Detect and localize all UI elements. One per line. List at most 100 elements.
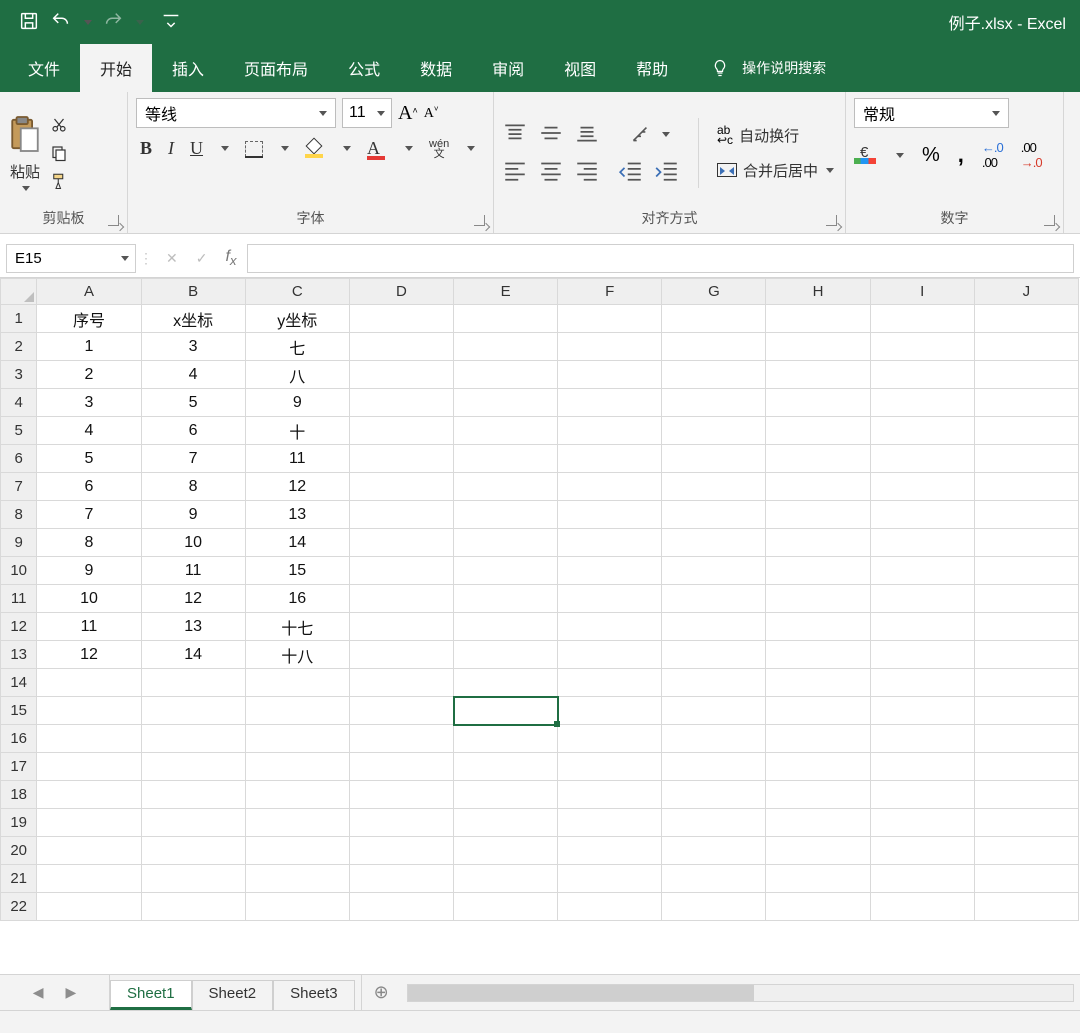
row-header[interactable]: 14 xyxy=(1,669,37,697)
column-header[interactable]: B xyxy=(141,279,245,305)
font-size-select[interactable]: 11 xyxy=(342,98,392,128)
cell[interactable] xyxy=(974,473,1078,501)
cell[interactable] xyxy=(558,893,662,921)
cell[interactable] xyxy=(870,389,974,417)
column-header[interactable]: D xyxy=(349,279,453,305)
clipboard-dialog-launcher-icon[interactable] xyxy=(108,215,122,229)
cell[interactable] xyxy=(141,837,245,865)
cell[interactable]: 10 xyxy=(37,585,141,613)
cell[interactable] xyxy=(662,529,766,557)
save-icon[interactable] xyxy=(18,10,40,35)
fill-color-icon[interactable] xyxy=(305,140,325,158)
cell[interactable] xyxy=(974,641,1078,669)
tab-page-layout[interactable]: 页面布局 xyxy=(224,44,328,92)
cell[interactable] xyxy=(454,557,558,585)
cell[interactable] xyxy=(766,305,870,333)
row-header[interactable]: 10 xyxy=(1,557,37,585)
cell[interactable] xyxy=(662,753,766,781)
cell[interactable]: 七 xyxy=(245,333,349,361)
accounting-dropdown-icon[interactable] xyxy=(896,153,904,158)
row-header[interactable]: 7 xyxy=(1,473,37,501)
cell[interactable]: 7 xyxy=(37,501,141,529)
qat-customize-icon[interactable] xyxy=(160,10,182,35)
cell[interactable] xyxy=(141,781,245,809)
cell[interactable] xyxy=(558,557,662,585)
cell[interactable] xyxy=(454,641,558,669)
cell[interactable] xyxy=(454,333,558,361)
cell[interactable] xyxy=(766,781,870,809)
row-header[interactable]: 4 xyxy=(1,389,37,417)
cell[interactable] xyxy=(245,893,349,921)
column-header[interactable]: A xyxy=(37,279,141,305)
cell[interactable] xyxy=(454,501,558,529)
name-box[interactable]: E15 xyxy=(6,244,136,273)
cell[interactable] xyxy=(37,809,141,837)
percent-button[interactable]: % xyxy=(922,144,940,167)
enter-formula-icon[interactable]: ✓ xyxy=(196,250,208,267)
paste-dropdown-icon[interactable] xyxy=(22,186,30,191)
row-header[interactable]: 19 xyxy=(1,809,37,837)
cell[interactable] xyxy=(974,669,1078,697)
cell[interactable]: 14 xyxy=(141,641,245,669)
cell[interactable] xyxy=(662,781,766,809)
prev-sheet-icon[interactable]: ◀ xyxy=(33,984,44,1001)
cell[interactable] xyxy=(766,333,870,361)
align-dialog-launcher-icon[interactable] xyxy=(826,215,840,229)
cell[interactable] xyxy=(766,557,870,585)
borders-dropdown-icon[interactable] xyxy=(281,146,289,151)
cell[interactable] xyxy=(974,389,1078,417)
redo-icon[interactable] xyxy=(102,10,124,35)
cell[interactable] xyxy=(766,809,870,837)
cell[interactable] xyxy=(870,305,974,333)
undo-icon[interactable] xyxy=(50,10,72,35)
cell[interactable] xyxy=(141,669,245,697)
cell[interactable] xyxy=(766,529,870,557)
cell[interactable] xyxy=(974,893,1078,921)
cell[interactable] xyxy=(662,697,766,725)
cell[interactable]: x坐标 xyxy=(141,305,245,333)
cell[interactable] xyxy=(766,837,870,865)
cell[interactable] xyxy=(766,585,870,613)
number-format-select[interactable]: 常规 xyxy=(854,98,1009,128)
decrease-decimal-icon[interactable]: .00→.0 xyxy=(1021,140,1042,170)
cell[interactable] xyxy=(558,529,662,557)
cell[interactable] xyxy=(870,445,974,473)
cell[interactable] xyxy=(349,753,453,781)
column-header[interactable]: F xyxy=(558,279,662,305)
cell[interactable] xyxy=(558,641,662,669)
column-header[interactable]: H xyxy=(766,279,870,305)
sheet-tab-2[interactable]: Sheet2 xyxy=(192,980,274,1010)
cell[interactable] xyxy=(662,725,766,753)
tab-help[interactable]: 帮助 xyxy=(616,44,688,92)
row-header[interactable]: 17 xyxy=(1,753,37,781)
cell[interactable]: y坐标 xyxy=(245,305,349,333)
cell[interactable] xyxy=(245,809,349,837)
column-header[interactable]: G xyxy=(662,279,766,305)
cell[interactable] xyxy=(766,697,870,725)
paste-button[interactable]: 粘贴 xyxy=(8,114,42,191)
cell[interactable] xyxy=(558,781,662,809)
fill-dropdown-icon[interactable] xyxy=(343,146,351,151)
cell[interactable] xyxy=(558,669,662,697)
bold-button[interactable]: B xyxy=(140,138,152,159)
cell[interactable] xyxy=(974,753,1078,781)
cell[interactable]: 12 xyxy=(37,641,141,669)
cell[interactable] xyxy=(349,305,453,333)
cell[interactable] xyxy=(662,837,766,865)
horizontal-scrollbar[interactable] xyxy=(401,975,1080,1010)
cell[interactable] xyxy=(245,865,349,893)
cell[interactable] xyxy=(558,725,662,753)
cell[interactable] xyxy=(37,781,141,809)
cell[interactable] xyxy=(245,753,349,781)
cell[interactable] xyxy=(454,809,558,837)
cell[interactable]: 4 xyxy=(141,361,245,389)
cell[interactable] xyxy=(870,613,974,641)
cell[interactable] xyxy=(766,613,870,641)
cell[interactable] xyxy=(349,809,453,837)
cell[interactable] xyxy=(558,305,662,333)
row-header[interactable]: 13 xyxy=(1,641,37,669)
cell[interactable]: 9 xyxy=(37,557,141,585)
tab-data[interactable]: 数据 xyxy=(400,44,472,92)
cell[interactable] xyxy=(349,361,453,389)
align-bottom-icon[interactable] xyxy=(574,122,600,147)
